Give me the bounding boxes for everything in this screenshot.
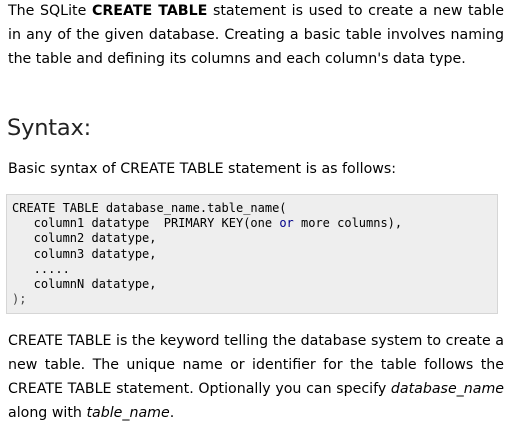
syntax-description: Basic syntax of CREATE TABLE statement i…: [8, 161, 397, 177]
code-line-4: column3 datatype,: [12, 246, 157, 261]
intro-paragraph: The SQLite CREATE TABLE statement is use…: [8, 0, 504, 71]
outro-emphasis-database-name: database_name: [390, 381, 504, 397]
code-keyword-or: or: [279, 216, 294, 231]
code-line-7: );: [12, 292, 27, 307]
code-listing: CREATE TABLE database_name.table_name( c…: [7, 195, 497, 307]
code-line-6: columnN datatype,: [12, 277, 157, 292]
outro-paragraph: CREATE TABLE is the keyword telling the …: [8, 329, 504, 425]
code-line-2-start: column1 datatype PRIMARY KEY(one: [12, 216, 280, 231]
code-line-1: CREATE TABLE database_name.table_name(: [12, 201, 287, 215]
code-line-5: .....: [12, 261, 70, 276]
intro-keyword: CREATE TABLE: [91, 3, 208, 19]
code-block: CREATE TABLE database_name.table_name( c…: [6, 194, 498, 314]
outro-emphasis-table-name: table_name: [86, 405, 170, 421]
code-line-2: column1 datatype PRIMARY KEY(one or more…: [12, 216, 402, 230]
code-line-3: column2 datatype,: [12, 231, 157, 246]
code-line-2-end: more columns),: [293, 216, 403, 231]
intro-text-start: The SQLite: [8, 3, 92, 19]
outro-text-2: along with: [8, 405, 87, 421]
syntax-heading: Syntax:: [7, 115, 91, 141]
outro-text-3: .: [169, 405, 175, 421]
